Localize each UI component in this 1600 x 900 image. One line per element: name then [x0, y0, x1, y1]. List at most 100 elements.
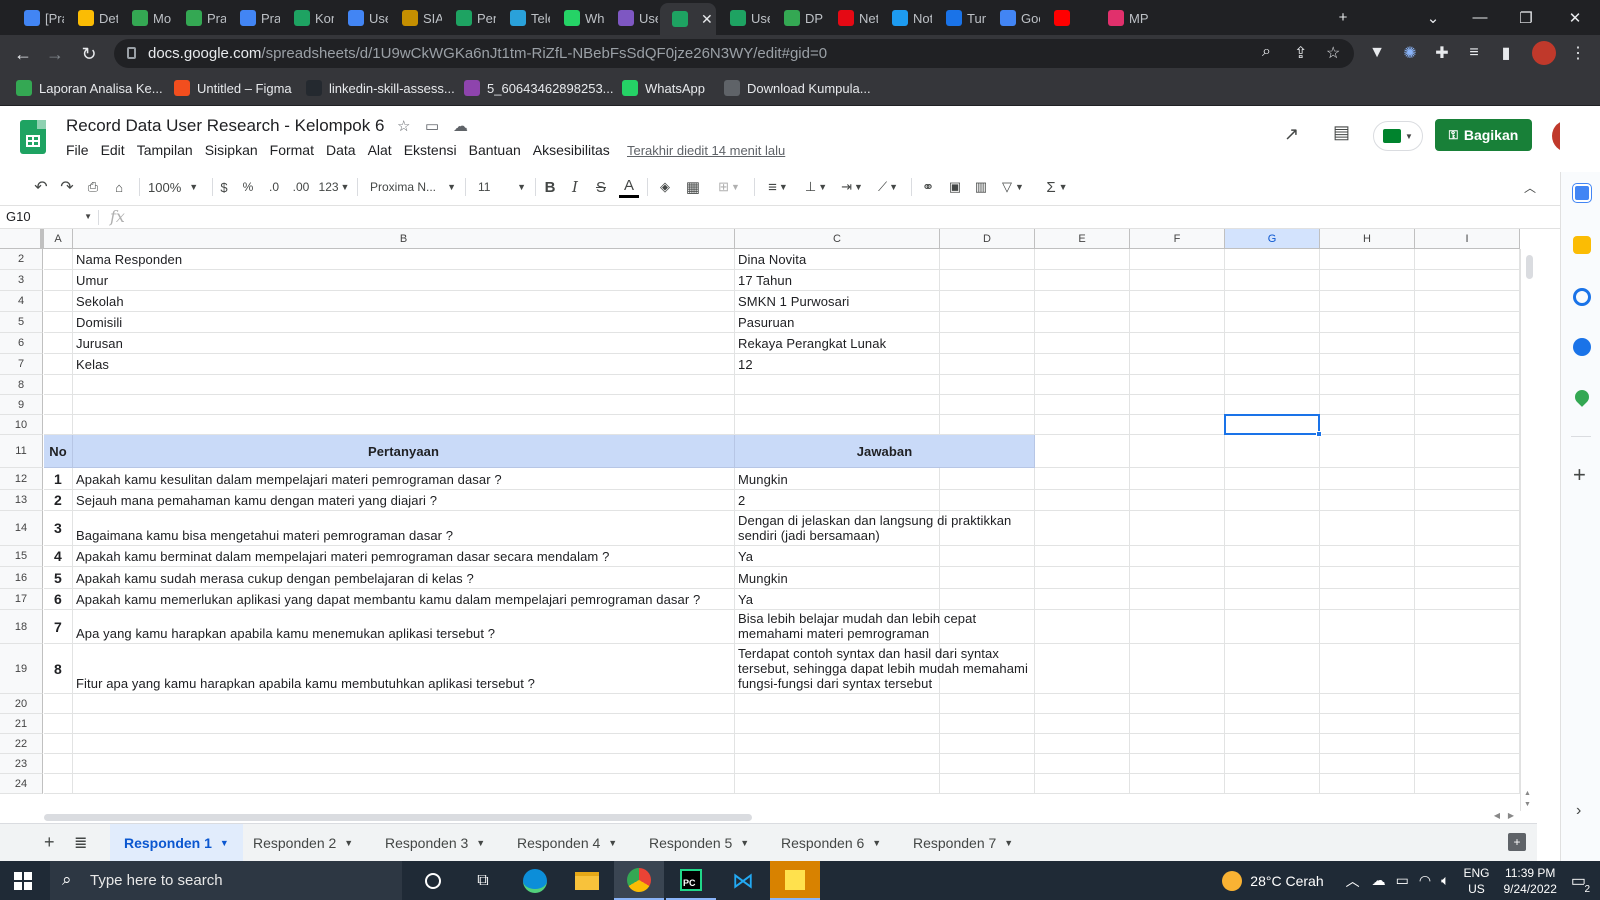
grid-cell[interactable] [73, 714, 735, 734]
cortana-icon[interactable] [408, 861, 458, 900]
grid-cell[interactable] [1415, 291, 1520, 312]
vscode-icon[interactable]: ⋈ [718, 861, 768, 900]
grid-cell[interactable] [1320, 375, 1415, 395]
grid-cell[interactable] [735, 734, 940, 754]
row-header[interactable]: 16 [0, 567, 43, 589]
text-rotation-icon[interactable]: ⟋ ▼ [873, 176, 903, 198]
select-all-corner[interactable] [0, 229, 44, 249]
grid-cell[interactable] [1035, 312, 1130, 333]
grid-cell[interactable] [44, 333, 73, 354]
grid-cell[interactable] [44, 774, 73, 794]
grid-cell[interactable] [940, 291, 1035, 312]
bookmark-item[interactable]: Download Kumpula... [724, 80, 871, 96]
info-value-cell[interactable]: Pasuruan [735, 312, 940, 333]
grid-cell[interactable] [1130, 435, 1225, 468]
grid-cell[interactable] [73, 375, 735, 395]
grid-cell[interactable] [1035, 589, 1130, 610]
grid-cell[interactable] [1035, 249, 1130, 270]
extension-spark-icon[interactable]: ✺ [1398, 41, 1422, 65]
grid-cell[interactable] [1225, 333, 1320, 354]
grid-cell[interactable] [1130, 610, 1225, 644]
weather-text[interactable]: 28°C Cerah [1250, 873, 1323, 889]
grid-cell[interactable] [1320, 694, 1415, 714]
grid-cell[interactable] [1130, 694, 1225, 714]
more-formats-button[interactable]: 123 ▼ [318, 176, 350, 198]
grid-cell[interactable] [1225, 354, 1320, 375]
grid-cell[interactable] [940, 354, 1035, 375]
sheet-tab[interactable]: Responden 4 ▼ [503, 824, 631, 862]
browser-tab[interactable]: [Pra [12, 6, 64, 30]
volume-icon[interactable]: 🔈︎ [1441, 872, 1449, 889]
grid-cell[interactable] [940, 754, 1035, 774]
formula-input[interactable] [138, 206, 1538, 228]
grid-cell[interactable] [1320, 714, 1415, 734]
grid-cell[interactable] [1320, 312, 1415, 333]
meet-button[interactable]: ▼ [1373, 121, 1423, 151]
grid-cell[interactable] [1320, 415, 1415, 435]
column-header[interactable]: G [1225, 229, 1320, 249]
browser-tab[interactable]: Use [336, 6, 388, 30]
grid-cell[interactable] [1415, 694, 1520, 714]
row-header[interactable]: 2 [0, 249, 43, 270]
grid-cell[interactable] [1130, 270, 1225, 291]
edge-icon[interactable] [510, 861, 560, 900]
side-panel-icon[interactable]: ▮ [1494, 41, 1518, 65]
chrome-icon[interactable] [614, 861, 664, 900]
row-header[interactable]: 19 [0, 644, 43, 694]
sheet-tab[interactable]: Responden 3 ▼ [371, 824, 499, 862]
grid-cell[interactable] [735, 774, 940, 794]
taskbar-search[interactable]: ⌕ Type here to search [50, 861, 402, 900]
grid-cell[interactable] [1415, 354, 1520, 375]
grid-cell[interactable] [44, 754, 73, 774]
info-label-cell[interactable]: Umur [73, 270, 735, 291]
info-label-cell[interactable]: Kelas [73, 354, 735, 375]
language-indicator[interactable]: ENG US [1463, 865, 1489, 897]
borders-icon[interactable]: ▦ [683, 176, 703, 198]
sheet-tab[interactable]: Responden 7 ▼ [899, 824, 1027, 862]
grid-cell[interactable] [1320, 774, 1415, 794]
grid-cell[interactable] [1035, 395, 1130, 415]
fill-color-icon[interactable]: ◈ [655, 176, 675, 198]
grid-cell[interactable] [1035, 734, 1130, 754]
grid-cell[interactable] [1130, 734, 1225, 754]
bookmark-item[interactable]: linkedin-skill-assess... [306, 80, 455, 96]
browser-tab[interactable]: Mo [120, 6, 172, 30]
browser-tab[interactable]: Wh [552, 6, 604, 30]
info-label-cell[interactable]: Domisili [73, 312, 735, 333]
info-label-cell[interactable]: Jurusan [73, 333, 735, 354]
menu-item[interactable]: Sisipkan [205, 142, 258, 158]
grid-cell[interactable] [940, 395, 1035, 415]
grid-cell[interactable] [1035, 291, 1130, 312]
grid-cell[interactable] [44, 694, 73, 714]
info-value-cell[interactable]: Dina Novita [735, 249, 940, 270]
column-header[interactable]: B [73, 229, 735, 249]
grid-cell[interactable] [1415, 333, 1520, 354]
menu-item[interactable]: Bantuan [469, 142, 521, 158]
grid-cell[interactable] [1320, 333, 1415, 354]
grid-cell[interactable] [1130, 354, 1225, 375]
question-cell[interactable]: Sejauh mana pemahaman kamu dengan materi… [73, 490, 735, 511]
question-number-cell[interactable]: 5 [44, 567, 73, 589]
grid-cell[interactable] [1035, 354, 1130, 375]
grid-cell[interactable] [940, 415, 1035, 435]
maps-icon[interactable] [1572, 387, 1592, 407]
grid-cell[interactable] [1035, 270, 1130, 291]
grid-cell[interactable] [1415, 774, 1520, 794]
text-color-icon[interactable]: A [619, 176, 639, 198]
currency-format-button[interactable]: $ [216, 176, 232, 198]
question-number-cell[interactable]: 2 [44, 490, 73, 511]
explore-icon[interactable]: + [1508, 833, 1526, 851]
info-label-cell[interactable]: Sekolah [73, 291, 735, 312]
sheet-tab[interactable]: Responden 1 ▼ [110, 824, 243, 862]
chevron-down-icon[interactable]: ▼ [872, 838, 881, 848]
header-question-cell[interactable]: Pertanyaan [73, 435, 735, 468]
increase-decimal-button[interactable]: .00 [290, 176, 312, 198]
grid-cell[interactable] [1130, 714, 1225, 734]
calendar-icon[interactable] [1573, 184, 1591, 202]
grid-cell[interactable] [1320, 395, 1415, 415]
print-icon[interactable]: ⎙ [82, 176, 104, 198]
info-value-cell[interactable]: 17 Tahun [735, 270, 940, 291]
browser-tab[interactable]: Kon [282, 6, 334, 30]
row-header[interactable]: 18 [0, 610, 43, 644]
grid-cell[interactable] [1225, 774, 1320, 794]
